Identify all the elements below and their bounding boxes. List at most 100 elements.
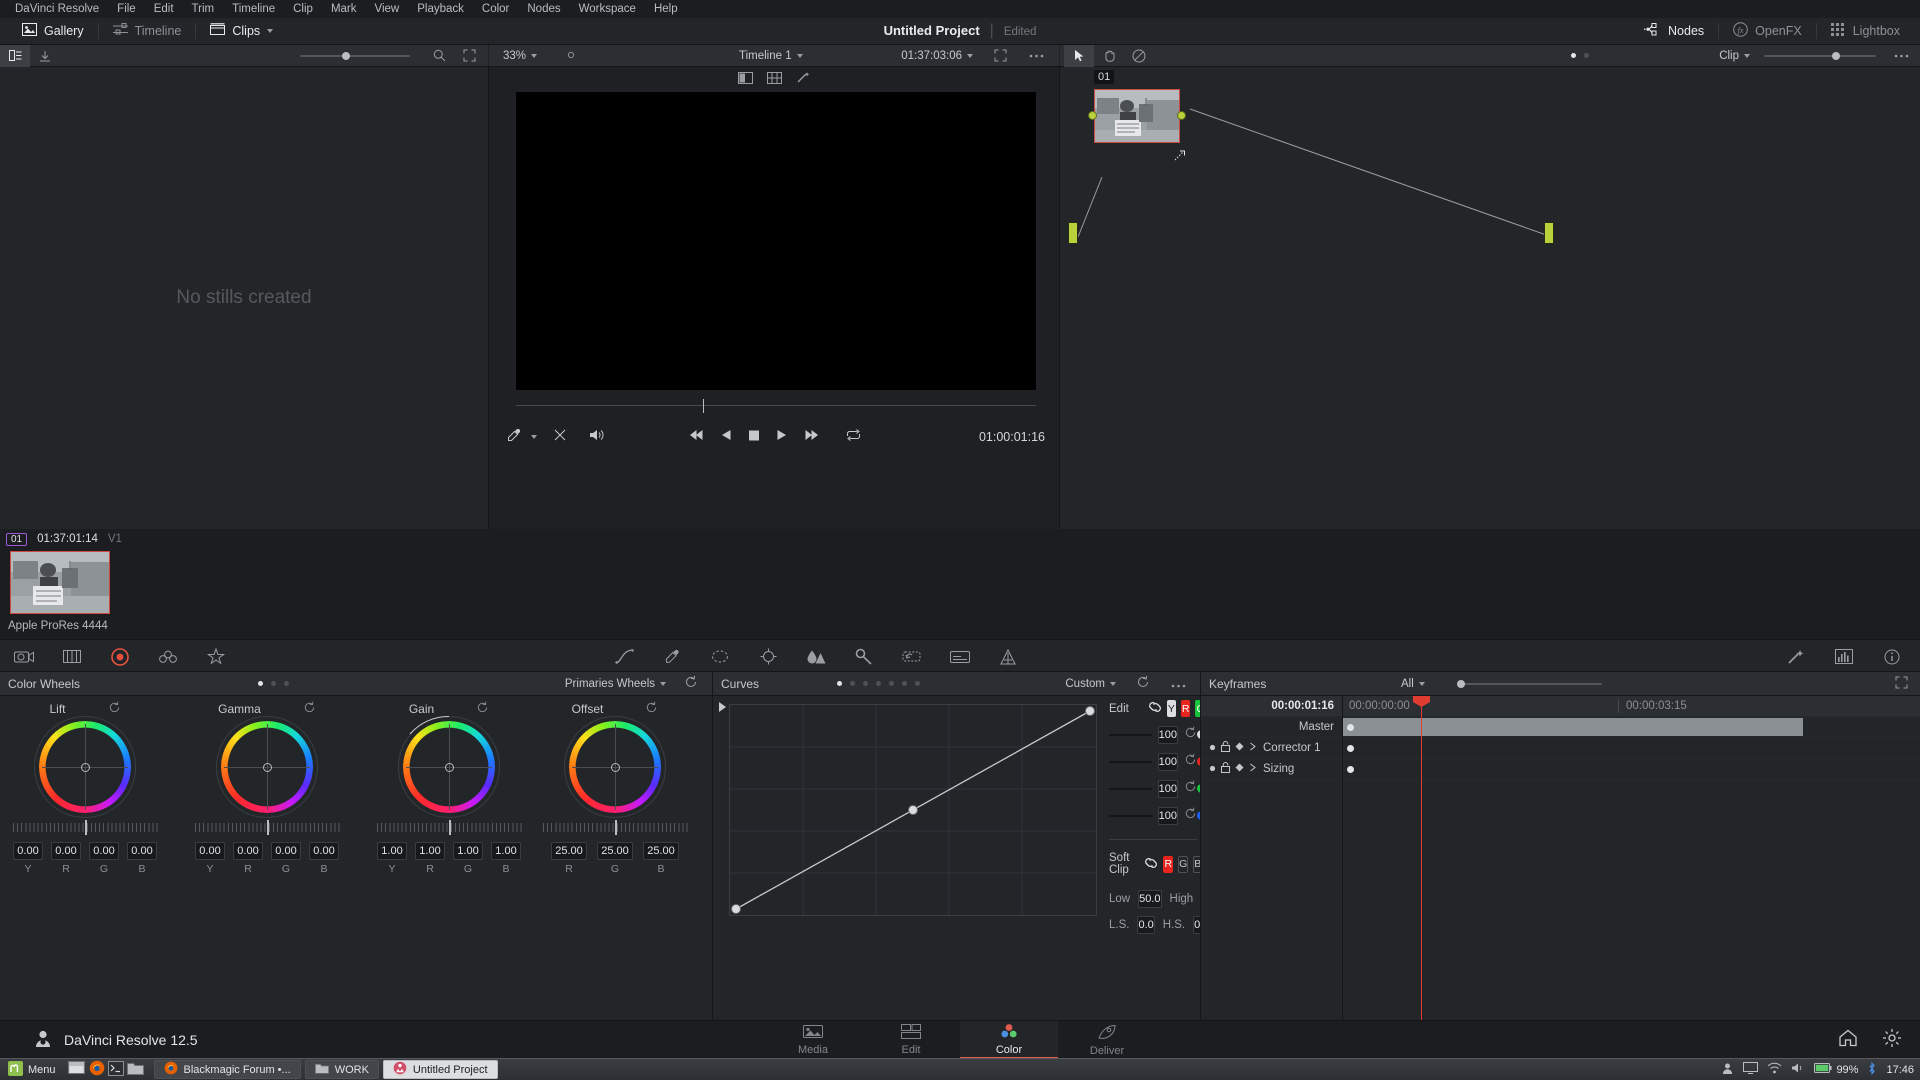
curve-value-g[interactable]: 100 xyxy=(1157,780,1178,798)
keyframe-enable-dot[interactable] xyxy=(1209,742,1216,754)
node-zoom-slider[interactable] xyxy=(1764,51,1876,60)
menu-item-view[interactable]: View xyxy=(366,0,409,18)
gamma-b-value[interactable]: 0.00 xyxy=(309,842,339,860)
source-terminal[interactable] xyxy=(1068,222,1078,244)
menu-item-mark[interactable]: Mark xyxy=(322,0,366,18)
page-dot[interactable] xyxy=(850,681,855,686)
node-output-connector[interactable] xyxy=(1177,111,1186,120)
play-icon[interactable] xyxy=(776,428,788,446)
scopes-icon[interactable] xyxy=(1820,640,1868,673)
key-icon[interactable] xyxy=(840,640,888,673)
gamma-color-wheel[interactable] xyxy=(216,716,318,818)
color-wheels-page-dots[interactable] xyxy=(258,681,289,686)
scrubber-playhead[interactable] xyxy=(703,399,704,413)
page-color[interactable]: Color xyxy=(960,1021,1058,1059)
eyedropper-icon[interactable] xyxy=(507,428,521,447)
menu-item-edit[interactable]: Edit xyxy=(145,0,183,18)
motion-effects-icon[interactable] xyxy=(192,640,240,673)
page-edit[interactable]: Edit xyxy=(862,1021,960,1059)
settings-icon[interactable] xyxy=(1882,1028,1902,1053)
curves-icon[interactable] xyxy=(600,640,648,673)
info-icon[interactable] xyxy=(1868,640,1916,673)
curve-slider-y-track[interactable] xyxy=(1109,730,1206,739)
qualifier-icon[interactable] xyxy=(648,640,696,673)
keyframe-diamond-icon[interactable] xyxy=(1235,763,1244,775)
node-page-dots[interactable] xyxy=(1571,53,1590,58)
node-01[interactable]: 01 xyxy=(1088,70,1186,161)
page-dot[interactable] xyxy=(915,681,920,686)
keyframes-row-master[interactable]: Master xyxy=(1201,717,1342,738)
data-burn-icon[interactable] xyxy=(936,640,984,673)
curves-page-dots[interactable] xyxy=(837,681,920,686)
terminal-icon[interactable] xyxy=(107,1060,124,1079)
reset-icon[interactable] xyxy=(684,675,698,692)
menu-item-clip[interactable]: Clip xyxy=(284,0,322,18)
blur-icon[interactable] xyxy=(792,640,840,673)
monitor-icon[interactable] xyxy=(1743,1062,1759,1077)
keyframe-marker[interactable] xyxy=(1347,744,1354,752)
page-media[interactable]: Media xyxy=(764,1021,862,1059)
firefox-icon[interactable] xyxy=(89,1060,105,1079)
hand-icon[interactable] xyxy=(1094,45,1124,67)
keyframes-sizing-track[interactable] xyxy=(1343,759,1920,780)
fit-screen-icon[interactable] xyxy=(985,45,1015,67)
menu-item-color[interactable]: Color xyxy=(473,0,518,18)
rgb-mixer-icon[interactable] xyxy=(144,640,192,673)
primaries-mode-dropdown[interactable]: Primaries Wheels xyxy=(565,678,666,690)
curve-reset-g-icon[interactable] xyxy=(1184,780,1197,798)
menu-item-timeline[interactable]: Timeline xyxy=(223,0,284,18)
gamma-master-slider[interactable] xyxy=(194,820,340,835)
keyframe-marker[interactable] xyxy=(1347,723,1354,731)
soft-clip-r-button[interactable]: R xyxy=(1163,855,1174,873)
curve-value-y[interactable]: 100 xyxy=(1157,726,1178,744)
keyframes-row-corrector[interactable]: Corrector 1 xyxy=(1201,738,1342,759)
page-dot[interactable] xyxy=(889,681,894,686)
page-dot[interactable] xyxy=(876,681,881,686)
clip-scope-dropdown[interactable]: Clip xyxy=(1719,50,1750,62)
lift-reset-icon[interactable] xyxy=(108,701,121,717)
curve-reset-y-icon[interactable] xyxy=(1184,726,1197,744)
gallery-list-view-button[interactable] xyxy=(0,44,30,67)
speaker-icon[interactable] xyxy=(589,428,605,447)
link-icon[interactable] xyxy=(1148,701,1162,716)
sizing-icon[interactable] xyxy=(888,640,936,673)
offset-b-value[interactable]: 25.00 xyxy=(643,842,679,860)
user-icon[interactable] xyxy=(1721,1062,1734,1078)
node-graph-panel[interactable]: 01 xyxy=(1060,67,1920,529)
skip-start-icon[interactable] xyxy=(689,428,705,446)
gain-color-wheel[interactable] xyxy=(398,716,500,818)
link-icon[interactable] xyxy=(1144,857,1158,872)
taskbar-window-work[interactable]: WORK xyxy=(304,1060,379,1079)
page-dot[interactable] xyxy=(284,681,289,686)
wand-icon[interactable] xyxy=(796,71,811,89)
curve-reset-r-icon[interactable] xyxy=(1184,753,1197,771)
soft-clip-g-button[interactable]: G xyxy=(1178,855,1189,873)
keyframes-filter-dropdown[interactable]: All xyxy=(1401,678,1425,690)
curve-value-b[interactable]: 100 xyxy=(1157,807,1178,825)
viewer-scrubber[interactable] xyxy=(516,399,1036,413)
offset-g-value[interactable]: 25.00 xyxy=(597,842,633,860)
loop-icon[interactable] xyxy=(846,428,862,446)
page-dot[interactable] xyxy=(271,681,276,686)
gamma-g-value[interactable]: 0.00 xyxy=(271,842,301,860)
keyframe-enable-dot[interactable] xyxy=(1209,763,1216,775)
arrow-cursor-icon[interactable] xyxy=(1064,44,1094,67)
play-reverse-icon[interactable] xyxy=(721,428,733,446)
reset-icon[interactable] xyxy=(1136,675,1150,692)
lift-color-wheel[interactable] xyxy=(34,716,136,818)
gain-reset-icon[interactable] xyxy=(476,701,489,717)
keyframes-row-sizing[interactable]: Sizing xyxy=(1201,759,1342,780)
tracker-icon[interactable] xyxy=(744,640,792,673)
volume-icon[interactable] xyxy=(1791,1062,1805,1077)
search-icon[interactable] xyxy=(424,45,454,67)
offset-reset-icon[interactable] xyxy=(645,701,658,717)
gamma-y-value[interactable]: 0.00 xyxy=(195,842,225,860)
color-match-icon[interactable] xyxy=(48,640,96,673)
node-resize-handle[interactable] xyxy=(1174,149,1188,167)
chevron-down-icon[interactable] xyxy=(531,435,537,439)
page-dot[interactable] xyxy=(863,681,868,686)
gain-master-slider[interactable] xyxy=(376,820,522,835)
keyframes-master-track[interactable] xyxy=(1343,717,1920,738)
lightbox-button[interactable]: Lightbox xyxy=(1817,18,1914,44)
curve-slider-r-track[interactable] xyxy=(1109,757,1206,766)
